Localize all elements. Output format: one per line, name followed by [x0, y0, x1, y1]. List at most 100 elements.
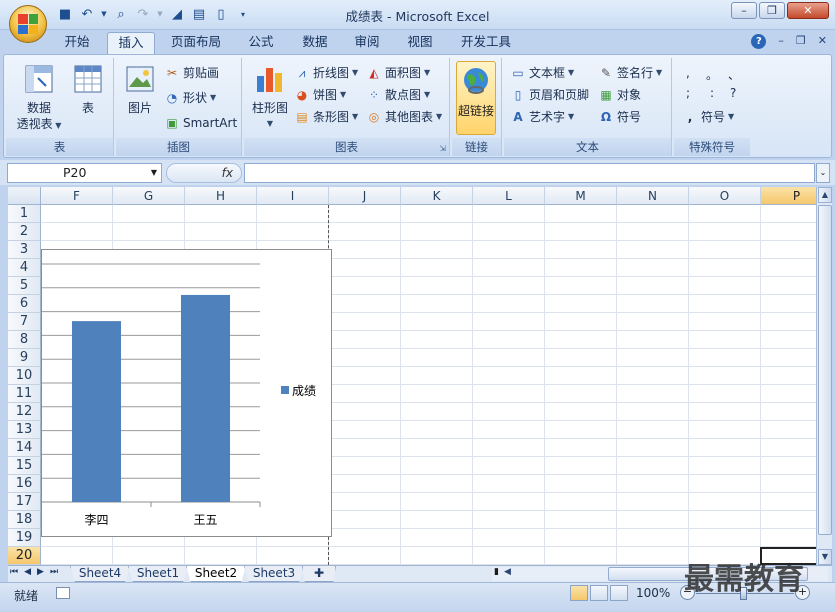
row-header-6[interactable]: 6	[8, 295, 41, 313]
row-header-17[interactable]: 17	[8, 493, 41, 511]
column-header-m[interactable]: M	[545, 187, 617, 205]
table-button[interactable]: 表	[68, 62, 108, 116]
wordart-button[interactable]: A 艺术字 ▼	[510, 108, 574, 126]
symbol-semicolon[interactable]: ;	[686, 86, 690, 100]
clipart-button[interactable]: ✂ 剪贴画	[164, 64, 219, 82]
workbook-close-icon[interactable]: ✕	[818, 34, 827, 49]
row-header-16[interactable]: 16	[8, 475, 41, 493]
sheet-tab-sheet3[interactable]: Sheet3	[244, 566, 304, 582]
macro-record-icon[interactable]	[56, 587, 70, 599]
vertical-scroll-thumb[interactable]	[818, 205, 832, 535]
sheet-tab-sheet2[interactable]: Sheet2	[186, 566, 246, 582]
row-header-5[interactable]: 5	[8, 277, 41, 295]
row-header-10[interactable]: 10	[8, 367, 41, 385]
office-button[interactable]	[9, 5, 47, 43]
close-button[interactable]: ✕	[787, 2, 829, 19]
scroll-left-icon[interactable]: ◀	[504, 567, 511, 577]
smartart-button[interactable]: ▣ SmartArt	[164, 114, 237, 132]
last-sheet-icon[interactable]: ⏭	[50, 567, 58, 577]
textbox-button[interactable]: ▭ 文本框 ▼	[510, 64, 574, 82]
row-header-2[interactable]: 2	[8, 223, 41, 241]
other-charts-button[interactable]: ◎ 其他图表 ▼	[366, 108, 442, 126]
column-header-p[interactable]: P	[761, 187, 816, 205]
symbol-colon[interactable]: :	[710, 86, 714, 100]
row-header-12[interactable]: 12	[8, 403, 41, 421]
hyperlink-button[interactable]: 超链接	[456, 61, 496, 135]
row-header-9[interactable]: 9	[8, 349, 41, 367]
tab-data[interactable]: 数据	[290, 32, 340, 54]
bar-chart-button[interactable]: ▤ 条形图 ▼	[294, 108, 358, 126]
tab-review[interactable]: 审阅	[342, 32, 392, 54]
select-all-corner[interactable]	[8, 187, 41, 205]
column-header-n[interactable]: N	[617, 187, 689, 205]
chart[interactable]: 李四 王五 成绩	[41, 249, 332, 537]
picture-button[interactable]: 图片	[120, 62, 160, 116]
bar-2[interactable]	[180, 294, 231, 502]
first-sheet-icon[interactable]: ⏮	[10, 567, 18, 577]
tab-developer[interactable]: 开发工具	[450, 32, 522, 54]
zoom-level[interactable]: 100%	[636, 586, 670, 600]
row-header-4[interactable]: 4	[8, 259, 41, 277]
row-header-20[interactable]: 20	[8, 547, 41, 565]
column-header-f[interactable]: F	[41, 187, 113, 205]
symbol-comma[interactable]: ,	[686, 66, 690, 80]
row-header-3[interactable]: 3	[8, 241, 41, 259]
column-header-j[interactable]: J	[329, 187, 401, 205]
row-header-18[interactable]: 18	[8, 511, 41, 529]
insert-function-button[interactable]: fx	[166, 163, 242, 183]
symbol-button[interactable]: Ω 符号	[598, 108, 641, 126]
object-button[interactable]: ▦ 对象	[598, 86, 641, 104]
column-header-k[interactable]: K	[401, 187, 473, 205]
scatter-chart-button[interactable]: ⁘ 散点图 ▼	[366, 86, 430, 104]
special-symbol-button[interactable]: , 符号 ▼	[682, 108, 734, 126]
row-header-14[interactable]: 14	[8, 439, 41, 457]
vertical-scrollbar[interactable]: ▲ ▼	[816, 187, 832, 565]
minimize-button[interactable]: –	[731, 2, 757, 19]
row-header-19[interactable]: 19	[8, 529, 41, 547]
workbook-minimize-icon[interactable]: –	[778, 34, 784, 49]
page-layout-view-icon[interactable]	[590, 585, 608, 601]
column-header-g[interactable]: G	[113, 187, 185, 205]
formula-input[interactable]	[244, 163, 815, 183]
worksheet-grid[interactable]: FGHIJKLMNOP 1 2 3 4 5 6 7 8 9 10 11 12 13 14 15 16 17 18 1…	[8, 187, 816, 565]
tab-home[interactable]: 开始	[52, 32, 102, 54]
help-icon[interactable]: ?	[751, 34, 767, 49]
row-header-1[interactable]: 1	[8, 205, 41, 223]
line-chart-button[interactable]: ⩘ 折线图 ▼	[294, 64, 359, 82]
insert-sheet-icon[interactable]: ✚	[302, 566, 336, 582]
tab-page-layout[interactable]: 页面布局	[160, 32, 232, 54]
row-header-13[interactable]: 13	[8, 421, 41, 439]
header-footer-button[interactable]: ▯ 页眉和页脚	[510, 86, 589, 104]
bar-1[interactable]	[71, 321, 122, 502]
normal-view-icon[interactable]	[570, 585, 588, 601]
symbol-enum-comma[interactable]: 、	[728, 66, 740, 83]
sheet-tab-sheet4[interactable]: Sheet4	[70, 566, 130, 582]
column-header-l[interactable]: L	[473, 187, 545, 205]
area-chart-button[interactable]: ◭ 面积图 ▼	[366, 64, 430, 82]
row-header-7[interactable]: 7	[8, 313, 41, 331]
symbol-period[interactable]: 。	[706, 66, 718, 83]
sheet-tab-sheet1[interactable]: Sheet1	[128, 566, 188, 582]
symbol-question[interactable]: ?	[730, 86, 736, 100]
shapes-button[interactable]: ◔ 形状 ▼	[164, 89, 216, 107]
column-header-i[interactable]: I	[257, 187, 329, 205]
row-header-11[interactable]: 11	[8, 385, 41, 403]
tab-insert[interactable]: 插入	[107, 32, 155, 55]
prev-sheet-icon[interactable]: ◀	[24, 567, 31, 577]
pivot-table-button[interactable]: 数据 透视表 ▼	[10, 62, 68, 134]
row-header-15[interactable]: 15	[8, 457, 41, 475]
workbook-restore-icon[interactable]: ❐	[796, 34, 806, 49]
column-header-o[interactable]: O	[689, 187, 761, 205]
name-box[interactable]: P20 ▼	[7, 163, 162, 183]
scroll-up-icon[interactable]: ▲	[818, 187, 832, 203]
tab-formulas[interactable]: 公式	[236, 32, 286, 54]
scroll-down-icon[interactable]: ▼	[818, 549, 832, 565]
restore-button[interactable]: ❐	[759, 2, 785, 19]
signature-line-button[interactable]: ✎ 签名行 ▼	[598, 64, 662, 82]
row-header-8[interactable]: 8	[8, 331, 41, 349]
dialog-launcher-icon[interactable]: ⇲	[439, 144, 446, 153]
tab-view[interactable]: 视图	[395, 32, 445, 54]
column-chart-button[interactable]: 柱形图 ▼	[246, 62, 294, 132]
tab-split-handle[interactable]: ▮	[494, 567, 499, 577]
next-sheet-icon[interactable]: ▶	[37, 567, 44, 577]
